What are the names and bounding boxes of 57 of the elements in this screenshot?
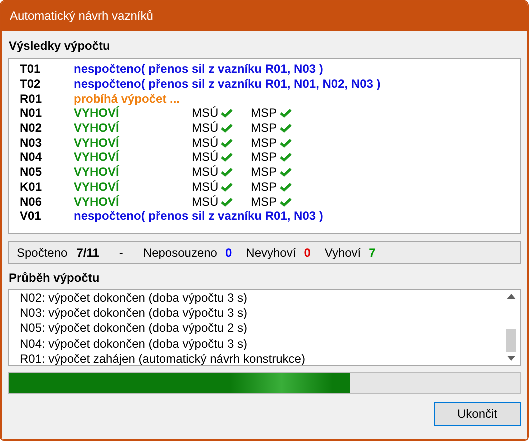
window-title: Automatický návrh vazníků [10,9,154,23]
summary-value: 7/11 [76,246,100,260]
summary-count: 7 [369,246,376,260]
result-status: nespočteno( přenos sil z vazníku R01, N03 ) [74,62,324,76]
check-label: MSP [251,194,278,209]
summary-separator: - [119,246,124,260]
result-status: probíhá výpočet ... [74,92,180,106]
summary-label: Nevyhoví [246,246,296,260]
result-status: VYHOVÍ [74,180,120,194]
check-label: MSÚ [192,136,220,150]
summary-label: Neposouzeno [143,246,218,260]
scroll-thumb[interactable] [506,329,516,352]
scroll-up-icon[interactable] [507,294,516,299]
check-label: MSP [251,180,278,194]
member-id: N06 [20,194,44,209]
check-label: MSÚ [192,121,220,136]
check-label: MSP [251,121,278,136]
member-id: T02 [20,77,42,92]
log-line: R01: výpočet zahájen (automatický návrh konstrukce) [20,352,306,367]
summary-count: 0 [225,246,232,260]
summary-label: Vyhoví [324,246,362,260]
result-status: VYHOVÍ [74,150,120,164]
member-id: N05 [20,165,44,180]
check-label: MSÚ [192,165,220,180]
section-heading: Průběh výpočtu [8,270,101,287]
check-label: MSÚ [192,106,220,120]
member-id: K01 [20,180,44,194]
result-status: VYHOVÍ [74,121,120,136]
member-id: T01 [20,62,42,76]
check-label: MSP [251,150,278,164]
summary-label: Spočteno [17,246,68,260]
summary-count: 0 [304,246,311,260]
member-id: N02 [20,121,44,136]
check-label: MSP [251,165,278,180]
check-label: MSP [251,106,278,120]
member-id: N01 [20,106,44,120]
log-line: N04: výpočet dokončen (doba výpočtu 3 s) [20,336,248,352]
result-status: nespočteno( přenos sil z vazníku R01, N03 ) [74,209,324,224]
log-line: N03: výpočet dokončen (doba výpočtu 3 s) [20,306,248,322]
result-status: VYHOVÍ [74,136,120,150]
result-status: nespočteno( přenos sil z vazníku R01, N01, N02, N03 ) [74,77,381,92]
result-status: VYHOVÍ [74,165,120,180]
check-label: MSÚ [192,194,220,209]
scroll-down-icon[interactable] [507,356,516,361]
result-status: VYHOVÍ [74,194,120,209]
section-heading: Výsledky výpočtu [8,38,112,55]
close-button[interactable]: Ukončit [434,402,521,426]
log-line: N05: výpočet dokončen (doba výpočtu 2 s) [20,321,248,337]
member-id: R01 [20,92,44,106]
member-id: V01 [20,209,42,224]
result-status: VYHOVÍ [74,106,120,120]
check-label: MSÚ [192,150,220,164]
log-line: N02: výpočet dokončen (doba výpočtu 3 s) [20,291,248,306]
check-label: MSP [251,136,278,150]
member-id: N04 [20,150,44,164]
check-label: MSÚ [192,180,220,194]
member-id: N03 [20,136,44,150]
